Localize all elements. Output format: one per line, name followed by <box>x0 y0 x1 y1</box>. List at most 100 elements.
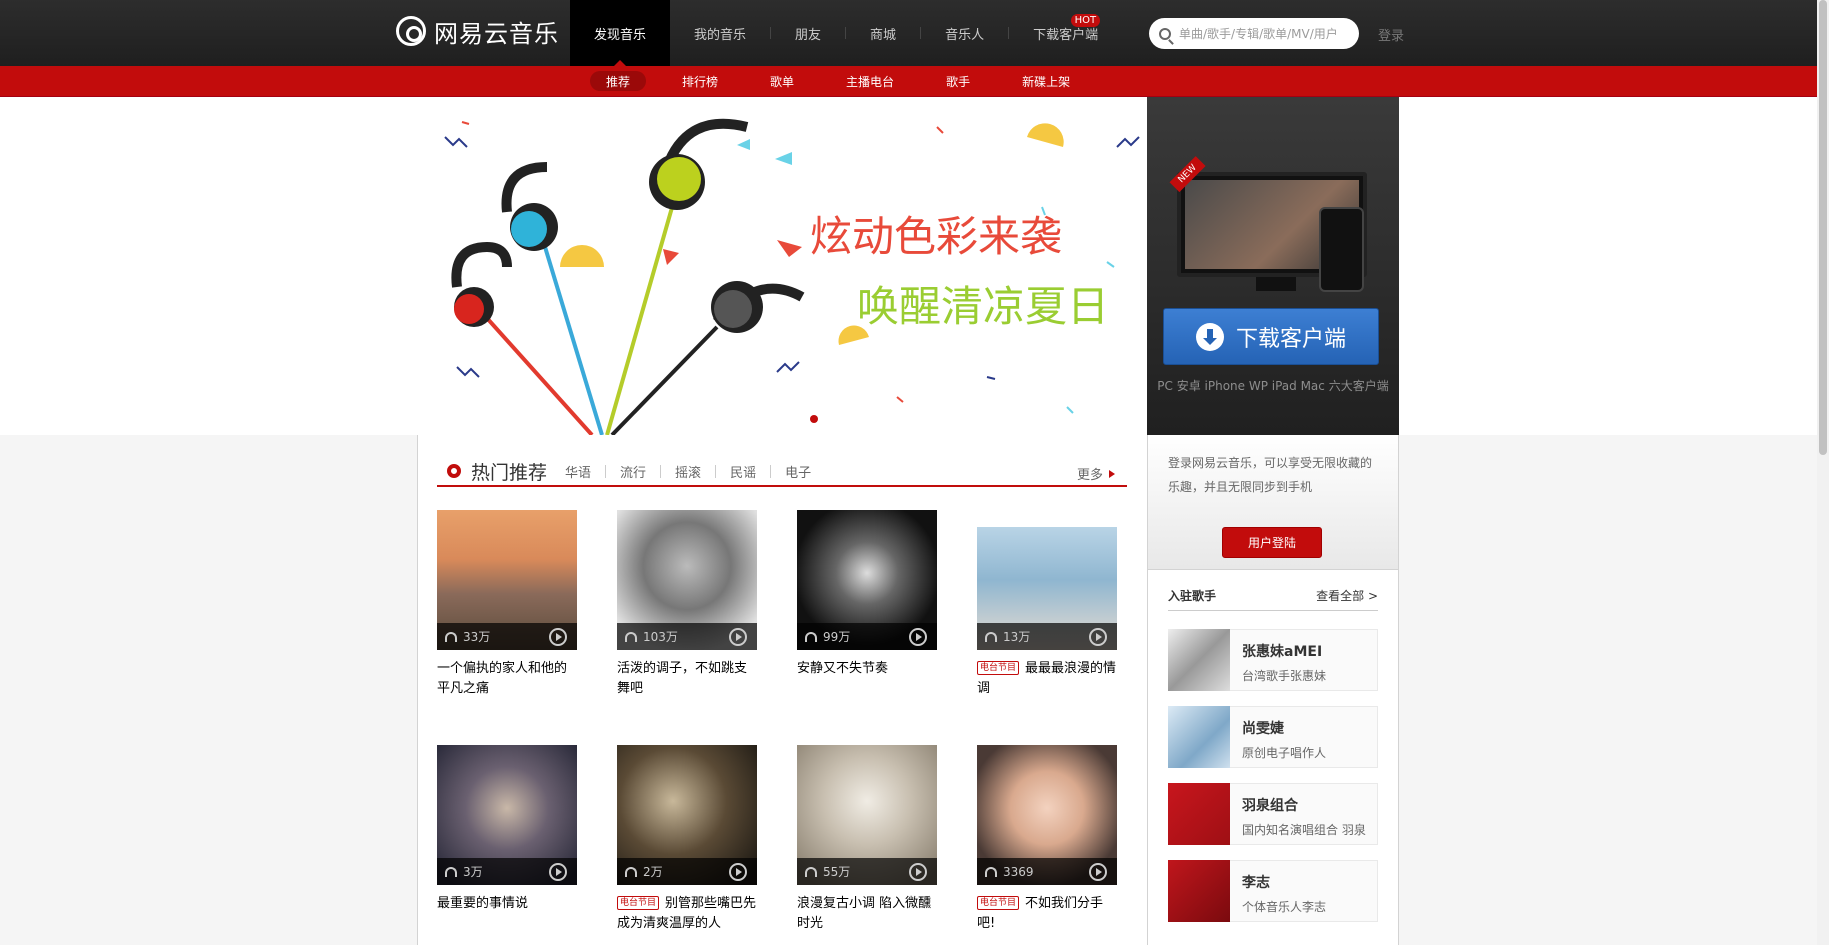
singer-item[interactable]: 羽泉组合 国内知名演唱组合 羽泉 <box>1168 783 1378 845</box>
playlist-cover[interactable]: 13万 <box>977 510 1117 650</box>
playlist-title[interactable]: 电台节目 不如我们分手吧! <box>977 894 1117 934</box>
banner[interactable]: 炫动色彩来袭 唤醒清凉夏日 <box>417 97 1147 435</box>
playlist-cover[interactable]: 33万 <box>437 510 577 650</box>
subnav-artists[interactable]: 歌手 <box>930 66 986 96</box>
singer-desc: 台湾歌手张惠妹 <box>1242 669 1327 683</box>
nav-label: 发现音乐 <box>594 27 647 43</box>
play-icon[interactable] <box>549 863 567 881</box>
platforms-caption: PC 安卓 iPhone WP iPad Mac 六大客户端 <box>1157 379 1389 393</box>
nav-label: 朋友 <box>795 27 822 43</box>
tag-chinese[interactable]: 华语 <box>565 462 591 481</box>
play-count: 55万 <box>823 865 851 879</box>
play-icon[interactable] <box>1089 863 1107 881</box>
singer-list: 张惠妹aMEI 台湾歌手张惠妹 尚雯婕 原创电子唱作人 羽泉组合 国内知名演唱组合 羽… <box>1168 629 1378 937</box>
page-scrollbar[interactable] <box>1817 0 1829 945</box>
play-icon[interactable] <box>549 628 567 646</box>
scrollbar-thumb[interactable] <box>1819 0 1827 455</box>
headset-icon <box>625 631 637 642</box>
play-icon[interactable] <box>1089 628 1107 646</box>
singer-avatar <box>1168 629 1230 691</box>
login-link[interactable]: 登录 <box>1378 25 1404 44</box>
nav-my-music[interactable]: 我的音乐 <box>670 0 770 66</box>
playlist-title[interactable]: 安静又不失节奏 <box>797 659 937 679</box>
tag-folk[interactable]: 民谣 <box>730 462 756 481</box>
play-icon[interactable] <box>909 863 927 881</box>
hot-badge: HOT <box>1070 14 1101 27</box>
playlist-title[interactable]: 浪漫复古小调 陷入微醺时光 <box>797 894 937 934</box>
hot-recommend-header: 热门推荐 华语 流行 摇滚 民谣 电子 更多 <box>437 457 1127 487</box>
play-icon[interactable] <box>729 628 747 646</box>
headset-icon <box>985 631 997 642</box>
nav-store[interactable]: 商城 <box>846 0 920 66</box>
radio-badge: 电台节目 <box>977 661 1020 675</box>
singer-desc: 原创电子唱作人 <box>1242 746 1327 760</box>
download-panel: NEW 下载客户端 PC 安卓 iPhone WP iPad Mac 六大客户端 <box>1147 97 1399 435</box>
singer-desc: 个体音乐人李志 <box>1242 900 1327 914</box>
play-count: 99万 <box>823 630 851 644</box>
playlist-title[interactable]: 最重要的事情说 <box>437 894 577 914</box>
singer-avatar <box>1168 706 1230 768</box>
nav-label: 我的音乐 <box>694 27 747 43</box>
singer-item[interactable]: 张惠妹aMEI 台湾歌手张惠妹 <box>1168 629 1378 691</box>
logo[interactable]: 网易云音乐 <box>396 14 559 48</box>
nav-download[interactable]: 下载客户端 HOT <box>1009 0 1122 66</box>
sub-nav: 推荐 排行榜 歌单 主播电台 歌手 新碟上架 <box>0 66 1817 97</box>
nav-friends[interactable]: 朋友 <box>771 0 845 66</box>
singer-name: 羽泉组合 <box>1242 798 1298 814</box>
arrow-right-icon <box>1109 469 1119 478</box>
download-icon <box>1195 322 1224 351</box>
nav-discover[interactable]: 发现音乐 <box>570 0 671 66</box>
headset-icon <box>445 866 457 877</box>
play-count: 2万 <box>643 865 663 879</box>
playlist-title[interactable]: 电台节目 最最最浪漫的情调 <box>977 659 1117 699</box>
playlist-title[interactable]: 活泼的调子，不如跳支舞吧 <box>617 659 757 699</box>
search-input[interactable] <box>1179 26 1349 41</box>
singer-name: 李志 <box>1242 875 1270 891</box>
playlist-cover[interactable]: 3369 <box>977 745 1117 885</box>
playlist-card: 103万 活泼的调子，不如跳支舞吧 <box>617 510 757 745</box>
playlist-cover[interactable]: 103万 <box>617 510 757 650</box>
download-client-button[interactable]: 下载客户端 <box>1163 308 1379 365</box>
subnav-recommend[interactable]: 推荐 <box>590 71 647 91</box>
tag-rock[interactable]: 摇滚 <box>675 462 701 481</box>
subnav-playlists[interactable]: 歌单 <box>754 66 810 96</box>
play-icon[interactable] <box>729 863 747 881</box>
banner-headline: 炫动色彩来袭 <box>810 212 1063 261</box>
singer-item[interactable]: 李志 个体音乐人李志 <box>1168 860 1378 922</box>
headset-icon <box>625 866 637 877</box>
user-login-button[interactable]: 用户登陆 <box>1222 527 1322 558</box>
section-title: 热门推荐 <box>471 461 548 484</box>
subnav-radio[interactable]: 主播电台 <box>830 66 910 96</box>
view-all-link[interactable]: 查看全部 > <box>1316 587 1378 610</box>
headset-icon <box>805 866 817 877</box>
playlist-cover[interactable]: 3万 <box>437 745 577 885</box>
playlist-title-text: 最重要的事情说 <box>437 896 529 911</box>
playlist-cover[interactable]: 99万 <box>797 510 937 650</box>
play-count: 33万 <box>463 630 491 644</box>
playlist-grid: 33万 一个偏执的家人和他的平凡之痛 103万 活泼的调子，不如跳支舞吧 99万… <box>437 510 1137 945</box>
right-sidebar: 登录网易云音乐，可以享受无限收藏的乐趣，并且无限同步到手机 用户登陆 入驻歌手 … <box>1147 435 1399 945</box>
nav-musicians[interactable]: 音乐人 <box>921 0 1008 66</box>
search-box[interactable] <box>1149 18 1359 49</box>
banner-indicator-dot[interactable] <box>810 415 818 423</box>
singer-item[interactable]: 尚雯婕 原创电子唱作人 <box>1168 706 1378 768</box>
play-icon[interactable] <box>909 628 927 646</box>
search-icon <box>1159 27 1171 40</box>
playlist-card: 55万 浪漫复古小调 陷入微醺时光 <box>797 745 937 945</box>
playlist-cover[interactable]: 2万 <box>617 745 757 885</box>
headset-icon <box>985 866 997 877</box>
nav-label: 商城 <box>870 27 897 43</box>
play-count: 13万 <box>1003 630 1031 644</box>
playlist-card: 3369 电台节目 不如我们分手吧! <box>977 745 1117 945</box>
playlist-title-text: 安静又不失节奏 <box>797 661 889 676</box>
more-link[interactable]: 更多 <box>1077 464 1119 483</box>
playlist-title[interactable]: 一个偏执的家人和他的平凡之痛 <box>437 659 577 699</box>
playlist-cover[interactable]: 55万 <box>797 745 937 885</box>
singer-avatar <box>1168 860 1230 922</box>
subnav-new-albums[interactable]: 新碟上架 <box>1006 66 1086 96</box>
tag-pop[interactable]: 流行 <box>620 462 646 481</box>
tag-electronic[interactable]: 电子 <box>785 462 811 481</box>
playlist-title[interactable]: 电台节目 别管那些嘴巴先成为清爽温厚的人 <box>617 894 757 934</box>
mobile-client-illustration <box>1319 207 1364 292</box>
subnav-charts[interactable]: 排行榜 <box>666 66 734 96</box>
